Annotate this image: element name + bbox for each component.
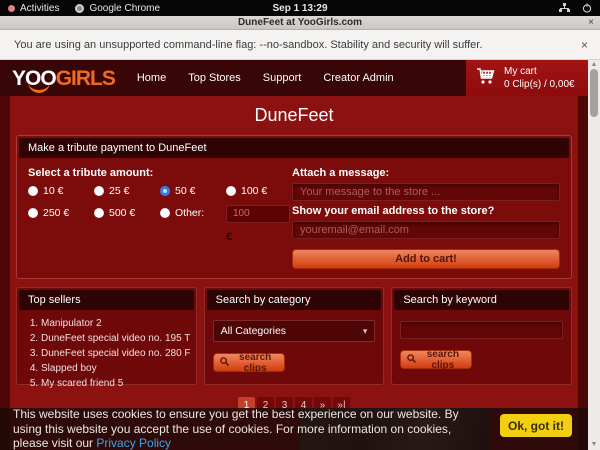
window-title: DuneFeet at YooGirls.com [238,17,362,28]
nav-item-home[interactable]: Home [137,72,166,84]
search-clips-keyword-button[interactable]: search clips [400,350,472,369]
email-label: Show your email address to the store? [292,205,560,217]
other-amount-input[interactable] [226,205,290,223]
window-close-icon[interactable]: × [588,16,594,30]
nav-item-top-stores[interactable]: Top Stores [188,72,241,84]
cookie-consent-banner: This website uses cookies to ensure you … [0,408,588,450]
cart-label: My cart [504,65,575,78]
desktop-screen: Activities Google Chrome Sep 1 13:29 Dun… [0,0,600,450]
email-input[interactable] [292,221,560,239]
amount-option-100[interactable]: 100 € [226,185,292,197]
scroll-down-icon[interactable]: ▼ [588,441,600,449]
clock[interactable]: Sep 1 13:29 [0,3,600,14]
search-icon [407,354,416,366]
scroll-up-icon[interactable]: ▲ [588,61,600,69]
amount-option-10[interactable]: 10 € [28,185,94,197]
logo-smile-icon [28,81,50,93]
search-keyword-panel: Search by keyword search clips [391,287,572,385]
page-title: DuneFeet [14,105,574,126]
top-sellers-header: Top sellers [19,290,194,310]
search-category-header: Search by category [207,290,382,310]
top-sellers-list: Manipulator 2 DuneFeet special video no.… [17,316,196,391]
scrollbar-thumb[interactable] [590,69,598,117]
site-header: YOOGIRLS Home Top Stores Support Creator… [0,60,588,96]
radio-icon[interactable] [28,186,38,196]
search-icon [220,357,229,369]
chrome-infobar: You are using an unsupported command-lin… [0,30,600,60]
top-sellers-panel: Top sellers Manipulator 2 DuneFeet speci… [16,287,197,385]
currency-symbol: € [226,231,292,243]
top-seller-item[interactable]: Slapped boy [41,361,196,376]
main-nav: Home Top Stores Support Creator Admin [137,72,394,84]
network-icon[interactable] [559,3,570,13]
amount-option-other[interactable]: Other: [160,207,226,219]
search-clips-category-button[interactable]: search clips [213,353,285,372]
tribute-panel: Make a tribute payment to DuneFeet Selec… [16,135,572,279]
nav-item-creator-admin[interactable]: Creator Admin [323,72,393,84]
nav-item-support[interactable]: Support [263,72,302,84]
page-content: DuneFeet Make a tribute payment to DuneF… [10,96,578,450]
gnome-top-bar: Activities Google Chrome Sep 1 13:29 [0,0,600,16]
chevron-down-icon: ▾ [363,326,368,337]
logo-text-right: GIRLS [56,67,115,90]
amount-options: 10 € 25 € 50 € 100 € 250 € 500 € Other: … [28,185,292,243]
tribute-panel-header: Make a tribute payment to DuneFeet [19,138,569,158]
radio-icon[interactable] [160,208,170,218]
cart-summary: 0 Clip(s) / 0,00€ [504,78,575,91]
cookie-accept-button[interactable]: Ok, got it! [500,414,572,437]
amount-option-500[interactable]: 500 € [94,207,160,219]
amount-label: Select a tribute amount: [28,167,292,179]
category-select[interactable]: All Categories ▾ [213,320,376,342]
page-scrollbar[interactable]: ▲ ▼ [588,60,600,450]
top-seller-item[interactable]: DuneFeet special video no. 195 T [41,331,196,346]
infobar-close-icon[interactable]: × [581,38,588,52]
radio-icon[interactable] [94,186,104,196]
search-keyword-header: Search by keyword [394,290,569,310]
privacy-policy-link[interactable]: Privacy Policy [96,436,171,450]
keyword-input[interactable] [400,321,563,339]
message-input[interactable] [292,183,560,201]
search-category-panel: Search by category All Categories ▾ sear… [204,287,385,385]
add-to-cart-button[interactable]: Add to cart! [292,249,560,269]
window-title-bar[interactable]: DuneFeet at YooGirls.com × [0,16,600,30]
infobar-message: You are using an unsupported command-lin… [0,39,482,51]
amount-option-25[interactable]: 25 € [94,185,160,197]
top-seller-item[interactable]: DuneFeet special video no. 280 F [41,346,196,361]
radio-icon[interactable] [226,186,236,196]
radio-icon[interactable] [28,208,38,218]
browser-viewport: YOOGIRLS Home Top Stores Support Creator… [0,60,588,450]
power-icon[interactable] [582,3,592,13]
site-logo[interactable]: YOOGIRLS [12,68,115,89]
radio-icon[interactable] [160,186,170,196]
amount-option-50[interactable]: 50 € [160,185,226,197]
category-selected-option: All Categories [221,325,286,337]
my-cart-button[interactable]: My cart 0 Clip(s) / 0,00€ [466,60,588,96]
message-label: Attach a message: [292,167,560,179]
top-seller-item[interactable]: My scared friend 5 [41,376,196,391]
cookie-message: This website uses cookies to ensure you … [13,407,475,450]
cart-icon [476,67,496,90]
top-seller-item[interactable]: Manipulator 2 [41,316,196,331]
radio-icon[interactable] [94,208,104,218]
amount-option-250[interactable]: 250 € [28,207,94,219]
